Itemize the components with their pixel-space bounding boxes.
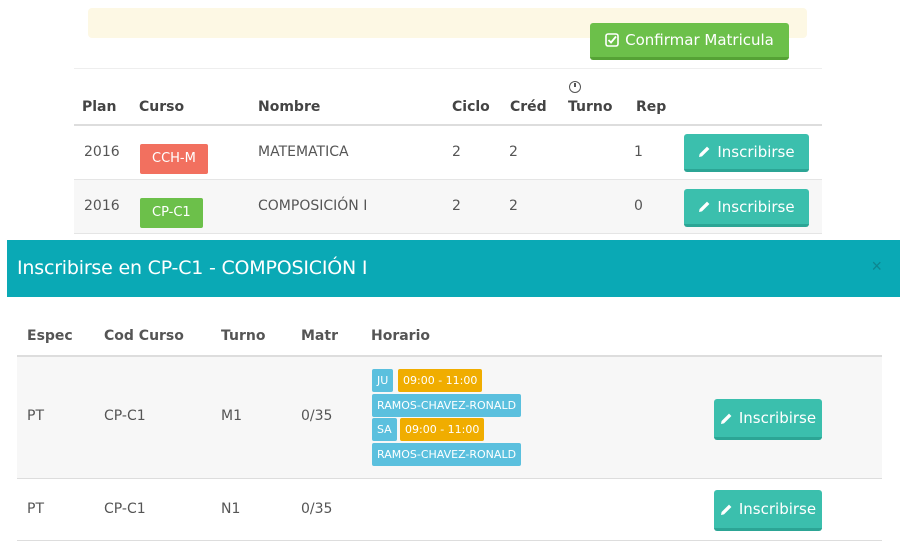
modal-header: Inscribirse en CP-C1 - COMPOSICIÓN I × bbox=[7, 240, 900, 297]
header-espec: Espec bbox=[27, 328, 73, 344]
cell-cred: 2 bbox=[509, 144, 518, 160]
schedule-teacher: RAMOS-CHAVEZ-RONALD bbox=[372, 443, 522, 466]
course-code-label: CP-C1 bbox=[140, 198, 203, 228]
inscribirse-label: Inscribirse bbox=[717, 197, 795, 216]
cell-turno: M1 bbox=[221, 408, 242, 424]
clock-icon bbox=[569, 81, 581, 93]
header-turno: Turno bbox=[221, 328, 266, 344]
schedule-time: 09:00 - 11:00 bbox=[400, 418, 485, 441]
cell-cod-curso: CP-C1 bbox=[104, 408, 146, 424]
header-cod-curso: Cod Curso bbox=[104, 328, 184, 344]
inscribirse-label: Inscribirse bbox=[738, 409, 817, 427]
cell-nombre: COMPOSICIÓN I bbox=[258, 198, 368, 214]
close-icon[interactable]: × bbox=[871, 256, 882, 277]
cell-nombre: MATEMATICA bbox=[258, 144, 349, 160]
inscribirse-label: Inscribirse bbox=[717, 142, 795, 161]
table-row: PT CP-C1 N1 0/35 Inscribirse bbox=[17, 479, 882, 541]
confirm-enrollment-button[interactable]: Confirmar Matricula bbox=[590, 23, 789, 60]
cell-ciclo: 2 bbox=[452, 198, 461, 214]
check-square-icon bbox=[605, 33, 619, 47]
header-turno: Turno bbox=[568, 99, 613, 115]
header-plan: Plan bbox=[82, 99, 117, 115]
header-nombre: Nombre bbox=[258, 99, 321, 115]
header-rep: Rep bbox=[636, 99, 667, 115]
inscribirse-label: Inscribirse bbox=[738, 500, 817, 518]
cell-matr: 0/35 bbox=[301, 408, 333, 424]
header-matr: Matr bbox=[301, 328, 338, 344]
enroll-modal: Inscribirse en CP-C1 - COMPOSICIÓN I × E… bbox=[7, 240, 900, 549]
cell-espec: PT bbox=[27, 501, 44, 517]
cell-plan: 2016 bbox=[84, 198, 120, 214]
schedule-day: JU bbox=[372, 369, 394, 392]
inscribirse-button[interactable]: Inscribirse bbox=[714, 490, 822, 531]
cell-matr: 0/35 bbox=[301, 501, 333, 517]
cell-cred: 2 bbox=[509, 198, 518, 214]
header-cred: Créd bbox=[510, 99, 547, 115]
inscribirse-button[interactable]: Inscribirse bbox=[684, 189, 809, 227]
pencil-icon bbox=[699, 201, 710, 212]
table-row: 2016 CP-C1 COMPOSICIÓN I 2 2 0 Inscribir… bbox=[74, 180, 822, 234]
schedule-day: SA bbox=[372, 418, 397, 441]
table-row: PT CP-C1 M1 0/35 JU 09:00 - 11:00 RAMOS-… bbox=[17, 357, 882, 479]
course-code-label: CCH-M bbox=[140, 144, 208, 174]
inscribirse-button[interactable]: Inscribirse bbox=[684, 134, 809, 172]
cell-rep: 0 bbox=[634, 198, 643, 214]
pencil-icon bbox=[720, 413, 732, 424]
cell-turno: N1 bbox=[221, 501, 241, 517]
header-horario: Horario bbox=[371, 328, 431, 344]
courses-table: Plan Curso Nombre Ciclo Créd Turno Rep 2… bbox=[74, 68, 822, 234]
cell-ciclo: 2 bbox=[452, 144, 461, 160]
schedule-time: 09:00 - 11:00 bbox=[398, 369, 483, 392]
modal-title: Inscribirse en CP-C1 - COMPOSICIÓN I bbox=[17, 257, 368, 279]
cell-espec: PT bbox=[27, 408, 44, 424]
table-row: 2016 CCH-M MATEMATICA 2 2 1 Inscribirse bbox=[74, 126, 822, 180]
header-ciclo: Ciclo bbox=[452, 99, 490, 115]
confirm-enrollment-label: Confirmar Matricula bbox=[625, 31, 774, 49]
cell-rep: 1 bbox=[634, 144, 643, 160]
inscribirse-button[interactable]: Inscribirse bbox=[714, 399, 822, 440]
sections-table-header: Espec Cod Curso Turno Matr Horario bbox=[17, 320, 882, 357]
cell-plan: 2016 bbox=[84, 144, 120, 160]
header-curso: Curso bbox=[139, 99, 185, 115]
schedule-teacher: RAMOS-CHAVEZ-RONALD bbox=[372, 394, 522, 417]
courses-table-header: Plan Curso Nombre Ciclo Créd Turno Rep bbox=[74, 68, 822, 126]
cell-cod-curso: CP-C1 bbox=[104, 501, 146, 517]
sections-table: Espec Cod Curso Turno Matr Horario PT CP… bbox=[17, 320, 882, 541]
pencil-icon bbox=[720, 504, 732, 515]
pencil-icon bbox=[699, 146, 710, 157]
